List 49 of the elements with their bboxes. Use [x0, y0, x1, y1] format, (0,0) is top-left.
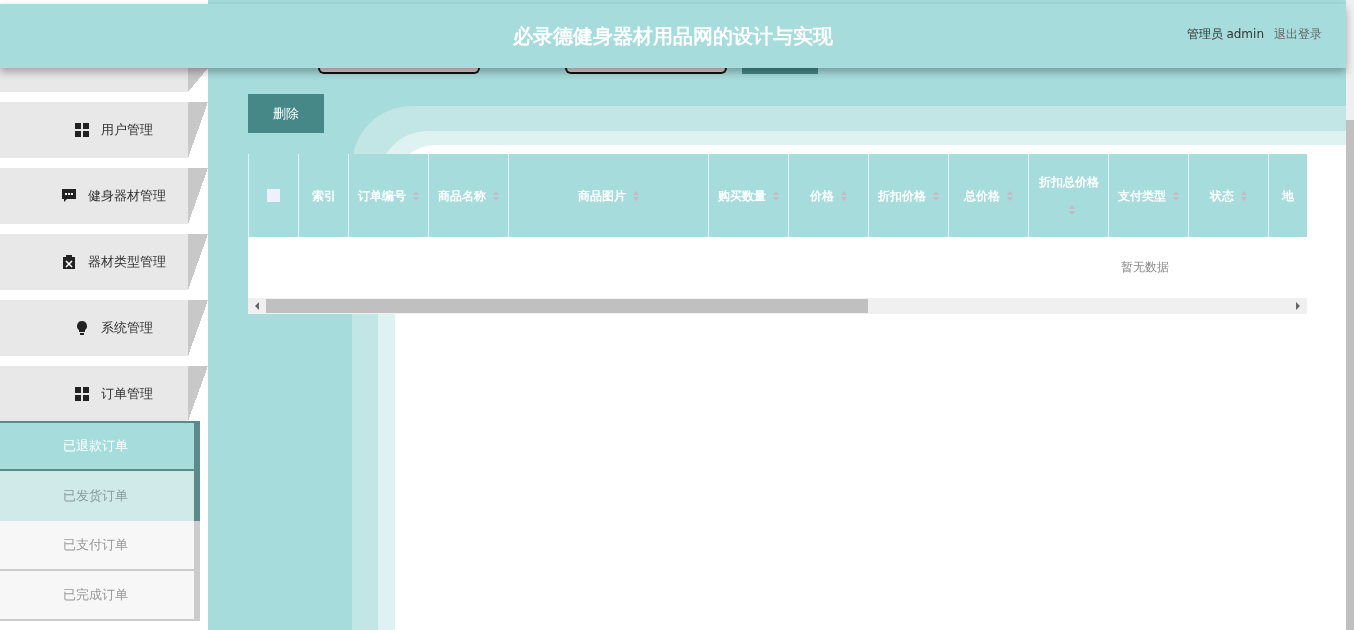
- sort-icon[interactable]: [1067, 204, 1076, 216]
- sort-icon[interactable]: [771, 190, 780, 202]
- submenu-item[interactable]: 已支付订单: [0, 521, 200, 571]
- column-header[interactable]: 折扣总价格: [1037, 167, 1100, 224]
- logout-link[interactable]: 退出登录: [1274, 26, 1322, 43]
- column-header[interactable]: 索引: [311, 181, 336, 210]
- clipboard-icon: [62, 255, 76, 269]
- user-label: 管理员 admin: [1186, 26, 1264, 43]
- column-header[interactable]: 总价格: [963, 181, 1014, 210]
- horizontal-scrollbar[interactable]: [248, 298, 1307, 314]
- submenu-item[interactable]: 已退款订单: [0, 421, 200, 471]
- sort-icon[interactable]: [411, 190, 420, 202]
- sidebar-menu-item[interactable]: 器材类型管理: [0, 234, 208, 290]
- sort-icon[interactable]: [631, 190, 640, 202]
- sidebar-menu-item[interactable]: 系统管理: [0, 300, 208, 356]
- column-header[interactable]: 商品图片: [577, 181, 640, 210]
- sort-icon[interactable]: [1239, 190, 1248, 202]
- scroll-right-icon[interactable]: [1295, 302, 1301, 310]
- sidebar-menu-item[interactable]: 订单管理: [0, 366, 208, 421]
- submenu-item[interactable]: 已完成订单: [0, 571, 200, 621]
- search-field[interactable]: [318, 68, 480, 74]
- column-header[interactable]: 地: [1282, 181, 1294, 210]
- column-header[interactable]: 购买数量: [717, 181, 780, 210]
- submenu-item[interactable]: 已发货订单: [0, 471, 200, 521]
- sort-icon[interactable]: [931, 190, 940, 202]
- column-header[interactable]: 支付类型: [1117, 181, 1180, 210]
- sort-icon[interactable]: [1005, 190, 1014, 202]
- sort-icon[interactable]: [491, 190, 500, 202]
- search-field[interactable]: [565, 68, 727, 74]
- chat-bubble-icon: [62, 189, 76, 203]
- column-header[interactable]: 状态: [1209, 181, 1248, 210]
- page-scrollbar[interactable]: [1346, 0, 1354, 630]
- grid-icon: [75, 123, 89, 137]
- sidebar-menu-item[interactable]: 健身器材管理: [0, 168, 208, 224]
- search-button[interactable]: [742, 68, 818, 74]
- empty-message: 暂无数据: [1121, 259, 1169, 276]
- column-header[interactable]: 折扣价格: [877, 181, 940, 210]
- lightbulb-icon: [75, 321, 89, 335]
- delete-button[interactable]: 删除: [248, 94, 324, 133]
- grid-icon: [75, 386, 89, 401]
- column-header[interactable]: 订单编号: [357, 181, 420, 210]
- scroll-left-icon[interactable]: [254, 302, 260, 310]
- site-title: 必录德健身器材用品网的设计与实现: [513, 22, 833, 50]
- sidebar-menu-item[interactable]: 用户管理: [0, 102, 208, 158]
- select-all-checkbox[interactable]: [267, 189, 280, 202]
- column-header[interactable]: 商品名称: [437, 181, 500, 210]
- sort-icon[interactable]: [839, 190, 848, 202]
- sort-icon[interactable]: [1171, 190, 1180, 202]
- column-header[interactable]: 价格: [809, 181, 848, 210]
